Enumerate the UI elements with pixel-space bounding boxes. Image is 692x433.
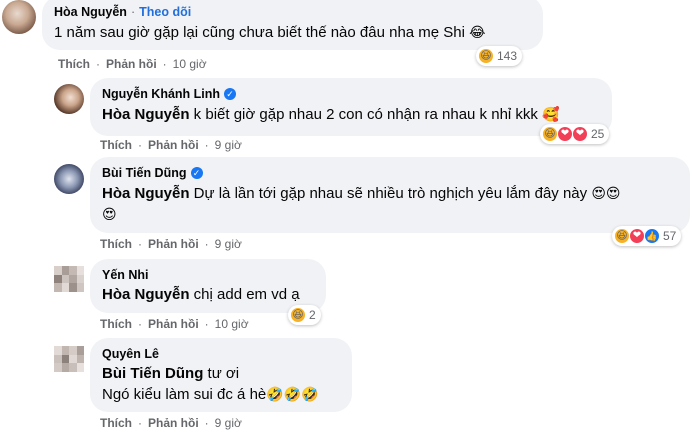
reply-button[interactable]: Phản hồi xyxy=(148,416,199,430)
comment-bubble: Quyên Lê Bùi Tiến Dũng tư ơi Ngó kiểu là… xyxy=(90,338,352,412)
comment-actions: Thích · Phản hồi · 9 giờ xyxy=(100,416,242,430)
avatar[interactable] xyxy=(54,346,84,372)
reply-quyen-le: Quyên Lê Bùi Tiến Dũng tư ơi Ngó kiểu là… xyxy=(0,0,692,433)
author-name[interactable]: Quyên Lê xyxy=(102,346,159,362)
comment-body: Ngó kiểu làm sui đc á hè xyxy=(102,386,267,403)
emoji: 🤣🤣🤣 xyxy=(266,386,319,402)
like-button[interactable]: Thích xyxy=(100,416,132,430)
mention-tag[interactable]: Bùi Tiến Dũng xyxy=(102,365,203,382)
comment-text: Bùi Tiến Dũng tư ơi xyxy=(102,364,340,384)
comment-text-line2: Ngó kiểu làm sui đc á hè🤣🤣🤣 xyxy=(102,384,340,405)
timestamp[interactable]: 9 giờ xyxy=(215,416,242,430)
comment-body: tư ơi xyxy=(203,365,240,382)
